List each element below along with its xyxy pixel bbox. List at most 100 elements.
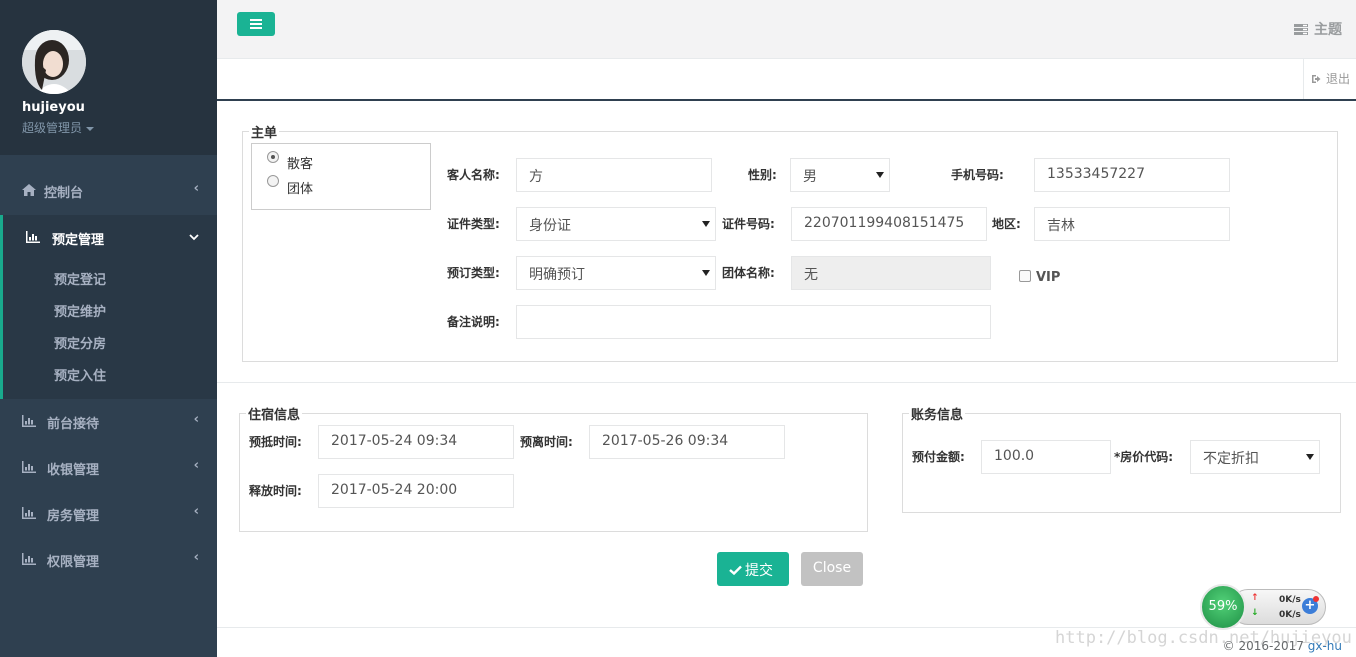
main-order-legend: 主单 — [251, 126, 278, 141]
dropdown-arrow-icon — [876, 172, 884, 178]
sub-item-booking-register[interactable]: 预定登记 — [0, 261, 217, 293]
chevron-left-icon: ‹ — [193, 550, 199, 565]
id-number-label: 证件号码: — [722, 217, 775, 231]
arrow-up-icon: ↑ — [1251, 593, 1259, 603]
rate-code-label: *房价代码: — [1114, 450, 1174, 464]
id-type-select[interactable]: 身份证 — [516, 207, 716, 241]
sub-item-label: 预定入住 — [54, 369, 107, 384]
logout-label: 退出 — [1326, 72, 1351, 86]
gender-value: 男 — [803, 169, 817, 185]
chevron-left-icon: ‹ — [193, 181, 199, 196]
nav-label: 控制台 — [44, 186, 84, 201]
submit-button[interactable]: 提交 — [717, 552, 789, 586]
check-icon — [729, 565, 742, 576]
footer: © 2016-2017 gx-hu — [1223, 639, 1342, 653]
user-role: 超级管理员 — [22, 121, 83, 135]
bar-chart-icon — [22, 553, 36, 565]
id-number-input[interactable]: 220701199408151475 — [791, 207, 987, 241]
stay-info-fieldset: 住宿信息 — [239, 404, 868, 532]
top-navbar: 主题 — [217, 0, 1356, 59]
radio-individual-label: 散客 — [287, 157, 314, 172]
booking-type-select[interactable]: 明确预订 — [516, 256, 716, 290]
rate-code-select[interactable]: 不定折扣 — [1190, 440, 1320, 474]
nav-label: 收银管理 — [47, 463, 100, 478]
copyright: © 2016-2017 — [1222, 639, 1304, 653]
hamburger-icon — [250, 23, 262, 25]
release-input[interactable]: 2017-05-24 20:00 — [318, 474, 514, 508]
radio-individual[interactable] — [267, 151, 279, 163]
footer-link[interactable]: gx-hu — [1308, 639, 1342, 653]
logout-button[interactable]: 退出 — [1303, 59, 1356, 99]
sub-item-label: 预定登记 — [54, 273, 107, 288]
nav-item-front-desk[interactable]: 前台接待 ‹ — [0, 399, 217, 445]
booking-type-label: 预订类型: — [447, 266, 500, 280]
hamburger-icon — [250, 27, 262, 29]
nav-label: 前台接待 — [47, 417, 100, 432]
dropdown-arrow-icon — [702, 221, 710, 227]
phone-input[interactable]: 13533457227 — [1034, 158, 1230, 192]
vip-checkbox[interactable] — [1019, 270, 1031, 282]
hamburger-icon — [250, 19, 262, 21]
account-info-legend: 账务信息 — [911, 408, 964, 423]
guest-name-label: 客人名称: — [447, 168, 500, 182]
user-name: hujieyou — [22, 100, 85, 115]
region-input[interactable]: 吉林 — [1034, 207, 1230, 241]
chevron-left-icon: ‹ — [193, 458, 199, 473]
notification-dot — [1313, 596, 1319, 602]
sidebar: hujieyou 超级管理员 控制台 ‹ 预定管理 预定登记 预定维护 预定分房… — [0, 0, 217, 657]
remark-label: 备注说明: — [447, 315, 500, 329]
tab-bar: 退出 — [217, 59, 1356, 101]
radio-group-label: 团体 — [287, 182, 314, 197]
nav-label: 预定管理 — [52, 233, 105, 248]
prepay-label: 预付金额: — [912, 450, 965, 464]
nav-label: 权限管理 — [47, 555, 100, 570]
dropdown-arrow-icon — [1306, 454, 1314, 460]
bar-chart-icon — [26, 231, 40, 243]
bar-chart-icon — [22, 415, 36, 427]
close-button[interactable]: Close — [801, 552, 863, 586]
vip-label: VIP — [1036, 270, 1061, 285]
arrival-input[interactable]: 2017-05-24 09:34 — [318, 425, 514, 459]
gender-select[interactable]: 男 — [790, 158, 890, 192]
memory-gauge[interactable]: 59% — [1200, 584, 1246, 630]
nav-item-dashboard[interactable]: 控制台 ‹ — [0, 168, 217, 214]
nav-item-housekeeping[interactable]: 房务管理 ‹ — [0, 491, 217, 537]
chevron-down-icon — [189, 234, 199, 241]
departure-input[interactable]: 2017-05-26 09:34 — [589, 425, 785, 459]
menu-toggle-button[interactable] — [237, 12, 275, 36]
nav-item-cashier[interactable]: 收银管理 ‹ — [0, 445, 217, 491]
nav-item-permissions[interactable]: 权限管理 ‹ — [0, 537, 217, 583]
release-label: 释放时间: — [249, 484, 302, 498]
user-role-dropdown[interactable]: 超级管理员 — [22, 119, 95, 136]
tasks-icon — [1294, 24, 1308, 35]
remark-input[interactable] — [516, 305, 991, 339]
sub-item-booking-maintain[interactable]: 预定维护 — [0, 293, 217, 325]
radio-group[interactable] — [267, 175, 279, 187]
prepay-input[interactable]: 100.0 — [981, 440, 1111, 474]
phone-label: 手机号码: — [951, 168, 1004, 182]
home-icon — [22, 184, 36, 196]
chevron-left-icon: ‹ — [193, 412, 199, 427]
network-monitor-widget[interactable]: ↑ 0K/s ↓ 0K/s 59% + — [1200, 584, 1328, 630]
stay-info-legend: 住宿信息 — [248, 408, 301, 423]
guest-name-input[interactable]: 方 — [516, 158, 712, 192]
group-name-input[interactable]: 无 — [791, 256, 991, 290]
sub-item-room-assign[interactable]: 预定分房 — [0, 325, 217, 357]
group-name-label: 团体名称: — [722, 266, 775, 280]
sub-item-label: 预定分房 — [54, 337, 107, 352]
id-type-value: 身份证 — [529, 218, 571, 234]
region-label: 地区: — [992, 217, 1021, 231]
avatar[interactable] — [22, 30, 86, 94]
theme-label: 主题 — [1314, 22, 1342, 38]
sub-item-label: 预定维护 — [54, 305, 107, 320]
dropdown-arrow-icon — [702, 270, 710, 276]
upload-speed: 0K/s — [1279, 595, 1301, 605]
caret-down-icon — [86, 126, 95, 131]
sub-item-checkin[interactable]: 预定入住 — [0, 357, 217, 399]
theme-button[interactable]: 主题 — [1294, 19, 1342, 39]
bar-chart-icon — [22, 507, 36, 519]
arrival-label: 预抵时间: — [249, 435, 302, 449]
departure-label: 预离时间: — [520, 435, 573, 449]
nav-item-booking[interactable]: 预定管理 — [0, 215, 217, 261]
gender-label: 性别: — [748, 168, 777, 182]
